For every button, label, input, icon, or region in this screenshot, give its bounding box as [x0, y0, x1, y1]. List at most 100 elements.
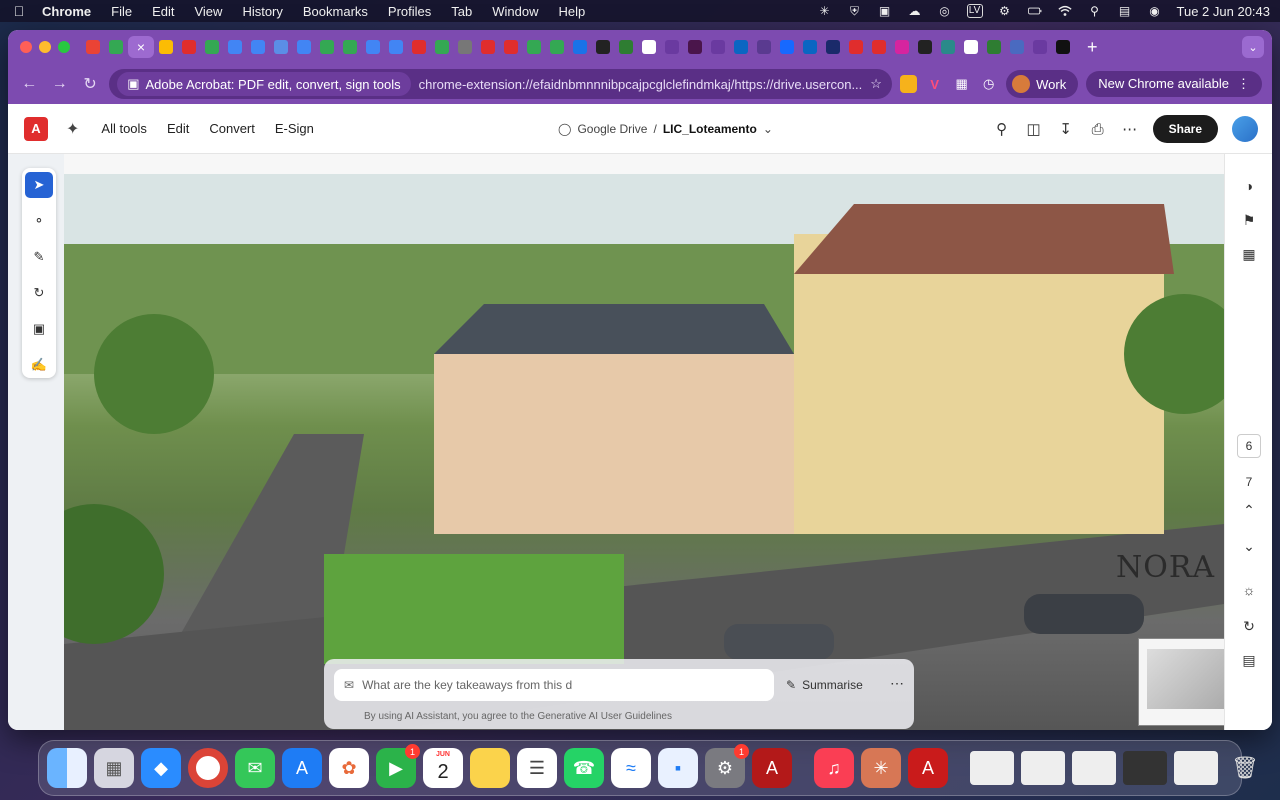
pen-tool-icon[interactable]: ✎ [25, 244, 53, 270]
page-view-icon[interactable]: ◫ [1025, 120, 1043, 138]
siri-icon[interactable]: ◉ [1147, 4, 1163, 18]
tab-pinned[interactable] [546, 36, 568, 58]
ai-assistant-rail-icon[interactable]: ◑ [1237, 174, 1261, 198]
launchpad-icon[interactable]: ▦ [94, 748, 134, 788]
tab-pinned[interactable] [707, 36, 729, 58]
tab-pinned[interactable] [960, 36, 982, 58]
app-status-icon[interactable]: ▣ [877, 4, 893, 18]
breadcrumb-location[interactable]: Google Drive [577, 122, 647, 136]
history-icon[interactable]: ◷ [979, 73, 998, 95]
print-icon[interactable]: ⎙ [1089, 120, 1107, 138]
menu-esign[interactable]: E-Sign [275, 121, 314, 136]
tab-pinned[interactable] [845, 36, 867, 58]
minimize-window-button[interactable] [39, 41, 51, 53]
update-chrome-button[interactable]: New Chrome available ⋮ [1086, 71, 1262, 97]
whatsapp-icon[interactable]: ☎ [564, 748, 604, 788]
chevron-down-icon[interactable]: ⌄ [763, 122, 773, 136]
minimized-window-thumbnail[interactable] [1021, 751, 1065, 785]
brightness-icon[interactable]: ☼ [1237, 578, 1261, 602]
tab-pinned[interactable] [270, 36, 292, 58]
zoom-window-button[interactable] [58, 41, 70, 53]
tab-pinned[interactable] [224, 36, 246, 58]
photos-icon[interactable]: ✿ [329, 748, 369, 788]
wifi-icon[interactable] [1057, 4, 1073, 18]
apple-icon[interactable]:  [10, 3, 28, 19]
calendar-icon[interactable]: JUN 2 [423, 748, 463, 788]
tab-pinned[interactable] [155, 36, 177, 58]
more-horizontal-icon[interactable]: ⋯ [890, 675, 904, 692]
cloud-icon[interactable]: ☁ [907, 4, 923, 18]
tab-pinned[interactable] [339, 36, 361, 58]
tab-pinned[interactable] [891, 36, 913, 58]
reload-button[interactable]: ↻ [79, 71, 101, 97]
menu-profiles[interactable]: Profiles [388, 4, 431, 19]
tab-search-button[interactable]: ⌄ [1242, 36, 1264, 58]
tab-pinned[interactable] [638, 36, 660, 58]
share-button[interactable]: Share [1152, 115, 1218, 143]
user-avatar[interactable] [1232, 116, 1258, 142]
shield-icon[interactable]: ⛨ [847, 4, 863, 18]
file-name[interactable]: LIC_Loteamento [663, 122, 757, 136]
menu-file[interactable]: File [111, 4, 132, 19]
tab-drive[interactable] [105, 36, 127, 58]
tab-pinned[interactable] [1006, 36, 1028, 58]
extension-news-icon[interactable] [899, 75, 918, 93]
tab-pinned[interactable] [937, 36, 959, 58]
tab-pinned[interactable] [477, 36, 499, 58]
acrobat-logo-icon[interactable]: A [24, 116, 48, 141]
tab-active-close[interactable]: × [128, 36, 154, 58]
safari-icon[interactable]: ◆ [141, 748, 181, 788]
menu-bookmarks[interactable]: Bookmarks [303, 4, 368, 19]
controls-icon[interactable]: ⚙ [997, 4, 1013, 18]
lasso-tool-icon[interactable]: ↻ [25, 280, 53, 306]
control-center-icon[interactable]: ▤ [1117, 4, 1133, 18]
tab-pinned[interactable] [730, 36, 752, 58]
close-window-button[interactable] [20, 41, 32, 53]
input-source-badge[interactable]: LV [966, 4, 983, 18]
chevron-down-icon[interactable]: ⌄ [1237, 534, 1261, 558]
clock[interactable]: Tue 2 Jun 20:43 [1177, 4, 1270, 19]
minimized-window-thumbnail[interactable] [970, 751, 1014, 785]
select-tool-icon[interactable]: ➤ [25, 172, 53, 198]
chevron-up-icon[interactable]: ⌃ [1237, 498, 1261, 522]
menu-view[interactable]: View [194, 4, 222, 19]
messages-icon[interactable]: ✉ [235, 748, 275, 788]
extensions-puzzle-icon[interactable]: ▦ [952, 73, 971, 95]
grid-icon[interactable]: ▦ [1237, 242, 1261, 266]
menu-app-name[interactable]: Chrome [42, 4, 91, 19]
tab-pinned[interactable] [983, 36, 1005, 58]
search-icon[interactable]: ⚲ [1087, 4, 1103, 18]
tab-pinned[interactable] [684, 36, 706, 58]
new-tab-button[interactable]: + [1087, 37, 1098, 58]
tab-pinned[interactable] [523, 36, 545, 58]
tab-pinned[interactable] [247, 36, 269, 58]
text-select-tool-icon[interactable]: ▣ [25, 316, 53, 342]
keynote-icon[interactable]: ▪ [658, 748, 698, 788]
tab-pinned[interactable] [569, 36, 591, 58]
facetime-icon[interactable]: ▶ 1 [376, 744, 420, 788]
tab-pinned[interactable] [201, 36, 223, 58]
minimized-window-thumbnail[interactable] [1123, 751, 1167, 785]
site-chip[interactable]: ▣ Adobe Acrobat: PDF edit, convert, sign… [117, 72, 411, 96]
minimized-window-thumbnail[interactable] [1174, 751, 1218, 785]
comment-tool-icon[interactable]: ⚬ [25, 208, 53, 234]
tab-gmail[interactable] [82, 36, 104, 58]
menu-help[interactable]: Help [559, 4, 586, 19]
sparkle-icon[interactable]: ✳ [817, 4, 833, 18]
tab-pinned[interactable] [431, 36, 453, 58]
menu-window[interactable]: Window [492, 4, 538, 19]
menu-edit[interactable]: Edit [152, 4, 174, 19]
tab-pinned[interactable] [500, 36, 522, 58]
acrobat-icon[interactable]: A [752, 748, 792, 788]
close-tab-icon[interactable]: × [137, 39, 145, 55]
trash-icon[interactable]: 🗑 [1225, 748, 1265, 788]
bookmark-icon[interactable]: ⚑ [1237, 208, 1261, 232]
reminders-icon[interactable]: ☰ [517, 748, 557, 788]
bookmark-star-icon[interactable]: ☆ [870, 76, 882, 92]
search-icon[interactable]: ⚲ [993, 120, 1011, 138]
tab-pinned[interactable] [454, 36, 476, 58]
tab-pinned[interactable] [408, 36, 430, 58]
download-icon[interactable]: ↧ [1057, 120, 1075, 138]
tab-pinned[interactable] [385, 36, 407, 58]
acrobat-reader-icon[interactable]: A [908, 748, 948, 788]
